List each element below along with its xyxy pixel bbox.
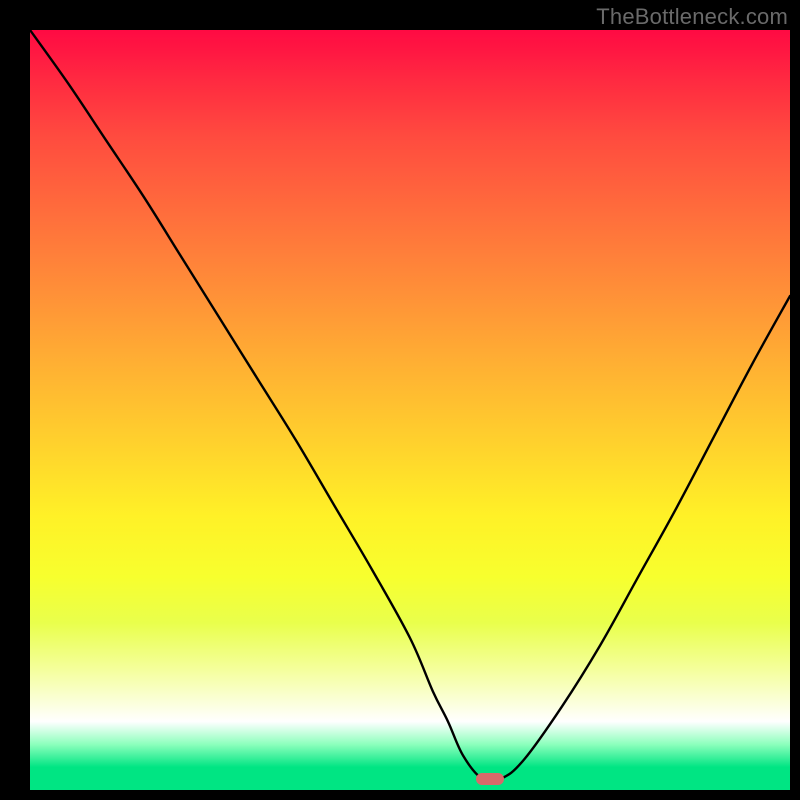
chart-frame: TheBottleneck.com bbox=[0, 0, 800, 800]
optimal-marker bbox=[476, 773, 504, 785]
bottleneck-curve bbox=[30, 30, 790, 790]
plot-area bbox=[30, 30, 790, 790]
watermark-text: TheBottleneck.com bbox=[596, 4, 788, 30]
